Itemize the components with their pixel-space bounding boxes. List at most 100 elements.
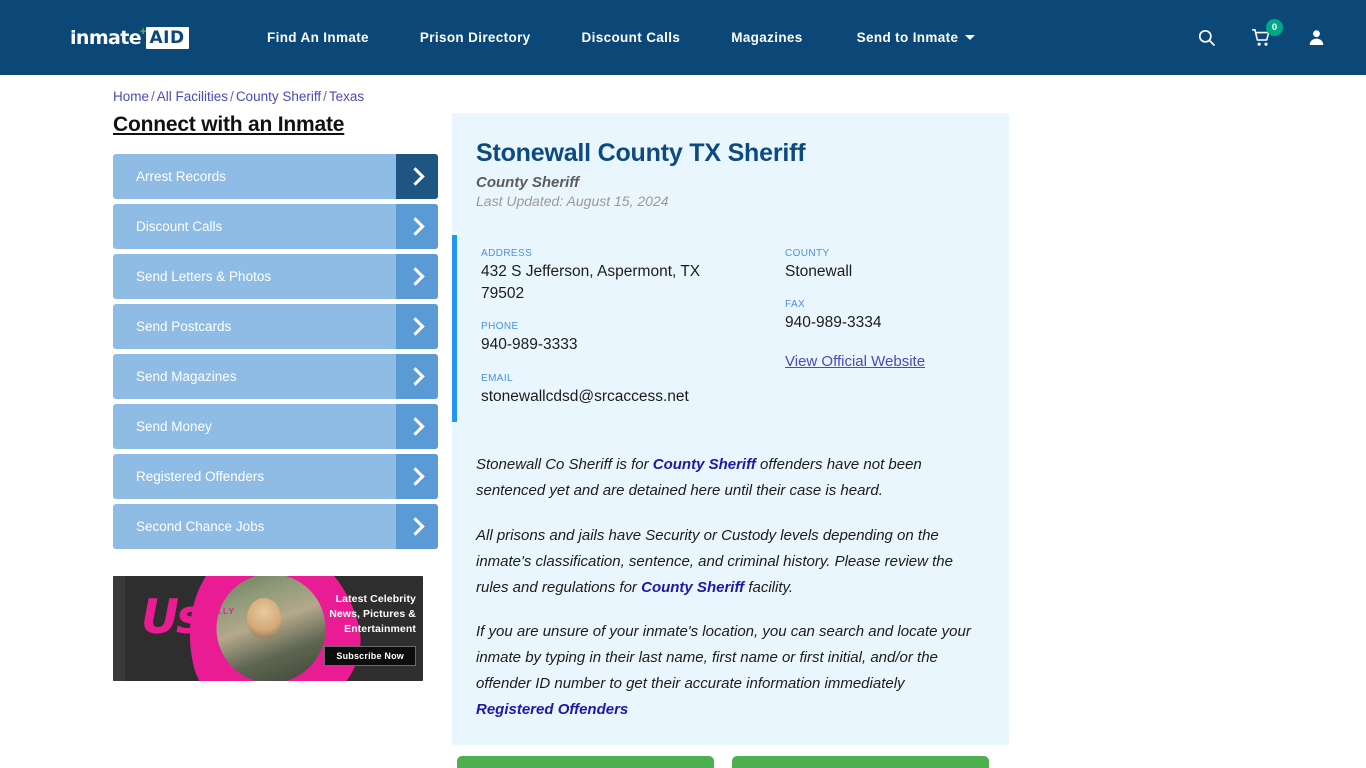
sidebar-item-label: Registered Offenders (136, 469, 265, 484)
field-label: PHONE (481, 321, 519, 333)
sidebar: Connect with an Inmate Arrest Records Di… (113, 113, 438, 768)
nav-item-send-to-inmate-label: Send to Inmate (856, 30, 959, 45)
ad-text-block: Latest Celebrity News, Pictures & Entert… (308, 592, 416, 666)
field-fax: FAX 940-989-3334 (785, 299, 985, 334)
site-logo[interactable]: inmate + AID (70, 25, 190, 51)
breadcrumb-separator: / (230, 89, 234, 104)
ad-copy-line-3: Entertainment (344, 622, 416, 635)
advertisement-banner[interactable]: Us WEEKLY Latest Celebrity News, Picture… (113, 576, 423, 681)
chevron-right-icon (396, 504, 438, 549)
breadcrumb-separator: / (151, 89, 155, 104)
field-value: stonewallcdsd@srcaccess.net (481, 387, 689, 405)
chevron-right-icon (396, 204, 438, 249)
description-paragraph-3: If you are unsure of your inmate's locat… (476, 619, 985, 722)
looking-for-inmate-button[interactable]: Looking for an inmate at this facility? (457, 755, 714, 768)
nav-item-prison-directory[interactable]: Prison Directory (420, 24, 531, 51)
ad-copy-line-2: News, Pictures & (329, 607, 416, 620)
search-button[interactable] (1197, 28, 1216, 47)
sidebar-item-label: Discount Calls (136, 219, 223, 234)
breadcrumb-item-all-facilities[interactable]: All Facilities (157, 89, 228, 104)
facility-type: County Sheriff (476, 173, 580, 191)
logo-text-aid: AID (146, 26, 189, 49)
chevron-right-icon (396, 404, 438, 449)
ad-copy-line-1: Latest Celebrity (335, 593, 416, 605)
facility-description: Stonewall Co Sheriff is for County Sheri… (452, 452, 1009, 722)
chevron-right-icon (396, 454, 438, 499)
facility-header: Stonewall County TX Sheriff County Sheri… (452, 139, 1009, 209)
sidebar-title: Connect with an Inmate (113, 113, 345, 136)
content-wrapper: Connect with an Inmate Arrest Records Di… (0, 113, 1366, 768)
ad-brand-sub: WEEKLY (193, 607, 236, 616)
desc-p1-link-county-sheriff[interactable]: County Sheriff (653, 456, 756, 473)
ad-brand-logo: Us (141, 590, 204, 645)
header-actions: 0 (1197, 18, 1338, 48)
field-value: 940-989-3333 (481, 336, 578, 354)
main-navigation: Find An Inmate Prison Directory Discount… (267, 24, 976, 51)
facility-info-grid: ADDRESS 432 S Jefferson, Aspermont, TX 7… (452, 234, 1009, 423)
breadcrumb-separator: / (323, 89, 327, 104)
desc-p1-text-a: Stonewall Co Sheriff is for (476, 456, 653, 474)
cta-button-row: Looking for an inmate at this facility? … (452, 755, 1009, 768)
field-county: COUNTY Stonewall (785, 248, 985, 283)
nav-item-find-an-inmate[interactable]: Find An Inmate (267, 24, 369, 51)
sidebar-item-send-money[interactable]: Send Money (113, 404, 438, 449)
sidebar-item-label: Second Chance Jobs (136, 519, 265, 534)
desc-p2-link-county-sheriff[interactable]: County Sheriff (641, 579, 744, 596)
field-address: ADDRESS 432 S Jefferson, Aspermont, TX 7… (481, 248, 733, 306)
account-button[interactable] (1307, 28, 1326, 47)
search-icon (1198, 29, 1215, 46)
breadcrumb: Home / All Facilities / County Sheriff / Texas (0, 75, 1366, 104)
cart-button[interactable]: 0 (1251, 18, 1283, 48)
page-title: Stonewall County TX Sheriff (476, 139, 806, 167)
sidebar-item-label: Send Letters & Photos (136, 269, 272, 284)
last-updated-text: Last Updated: August 15, 2024 (476, 192, 669, 209)
field-label: EMAIL (481, 372, 514, 384)
sidebar-item-send-postcards[interactable]: Send Postcards (113, 304, 438, 349)
sidebar-item-label: Arrest Records (136, 169, 227, 184)
breadcrumb-item-county-sheriff[interactable]: County Sheriff (236, 89, 321, 104)
desc-p3-text-a: If you are unsure of your inmate's locat… (476, 623, 971, 692)
sidebar-item-label: Send Magazines (136, 369, 237, 384)
field-value: 940-989-3334 (785, 313, 882, 331)
desc-p3-link-registered-offenders[interactable]: Registered Offenders (476, 697, 628, 723)
field-phone: PHONE 940-989-3333 (481, 321, 733, 356)
field-official-website: View Official Website (785, 350, 985, 371)
description-paragraph-2: All prisons and jails have Security or C… (476, 523, 985, 600)
chevron-down-icon (965, 35, 976, 40)
visitation-information-button[interactable]: Visitation Information, Times and Rules (732, 755, 989, 768)
chevron-right-icon (396, 254, 438, 299)
view-official-website-link[interactable]: View Official Website (785, 353, 925, 370)
facility-info-left: ADDRESS 432 S Jefferson, Aspermont, TX 7… (481, 248, 733, 409)
breadcrumb-item-texas[interactable]: Texas (329, 89, 364, 104)
sidebar-item-send-magazines[interactable]: Send Magazines (113, 354, 438, 399)
description-paragraph-1: Stonewall Co Sheriff is for County Sheri… (476, 452, 985, 504)
sidebar-item-second-chance-jobs[interactable]: Second Chance Jobs (113, 504, 438, 549)
cart-count-badge: 0 (1266, 18, 1283, 36)
sidebar-item-arrest-records[interactable]: Arrest Records (113, 154, 438, 199)
chevron-right-icon (396, 154, 438, 199)
main-column: Stonewall County TX Sheriff County Sheri… (452, 113, 1009, 768)
nav-item-send-to-inmate[interactable]: Send to Inmate (857, 24, 976, 51)
logo-plus-icon: + (140, 25, 147, 38)
ad-subscribe-button[interactable]: Subscribe Now (324, 645, 416, 666)
ad-left-strip (113, 576, 125, 681)
sidebar-item-label: Send Money (136, 419, 212, 434)
page-body: Home / All Facilities / County Sheriff / Texas… (0, 75, 1366, 768)
chevron-right-icon (396, 354, 438, 399)
sidebar-item-send-letters-photos[interactable]: Send Letters & Photos (113, 254, 438, 299)
nav-item-discount-calls[interactable]: Discount Calls (582, 24, 681, 51)
logo-text-inmate: inmate (70, 26, 142, 49)
field-value: 432 S Jefferson, Aspermont, TX 79502 (481, 262, 701, 302)
facility-info-right: COUNTY Stonewall FAX 940-989-3334 View O… (733, 248, 985, 409)
sidebar-item-discount-calls[interactable]: Discount Calls (113, 204, 438, 249)
breadcrumb-item-home[interactable]: Home (113, 89, 149, 104)
field-label: COUNTY (785, 247, 830, 259)
field-label: FAX (785, 298, 806, 310)
sidebar-item-registered-offenders[interactable]: Registered Offenders (113, 454, 438, 499)
field-value: Stonewall (785, 262, 853, 280)
user-icon (1309, 30, 1324, 46)
field-email: EMAIL stonewallcdsd@srcaccess.net (481, 373, 733, 408)
site-header: inmate + AID Find An Inmate Prison Directo… (0, 0, 1366, 75)
nav-item-magazines[interactable]: Magazines (731, 24, 802, 51)
chevron-right-icon (396, 304, 438, 349)
